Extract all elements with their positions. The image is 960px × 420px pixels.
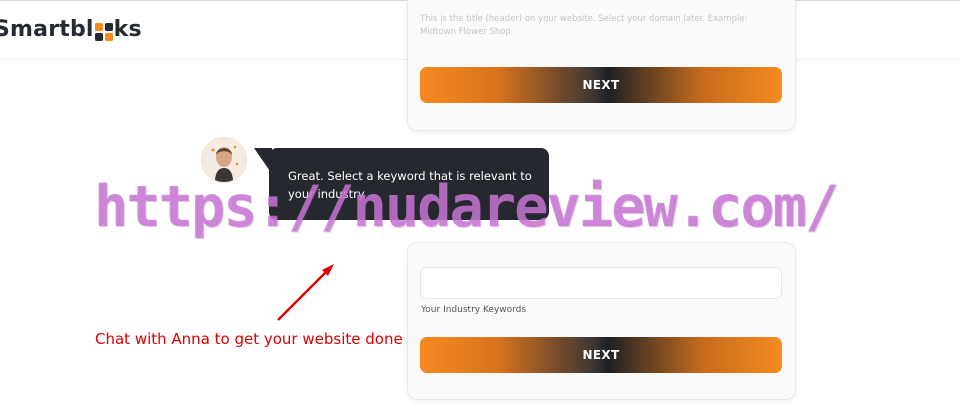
- title-step-card: This is the title (header) on your websi…: [407, 0, 796, 131]
- keywords-step-card: Your Industry Keywords NEXT: [407, 242, 796, 400]
- logo-text-end: ks: [113, 17, 142, 42]
- smartbloks-logo[interactable]: Smartbl ks: [0, 17, 142, 42]
- annotation-arrow-icon: [277, 264, 334, 321]
- next-button-keywords-step[interactable]: NEXT: [420, 337, 782, 373]
- industry-keywords-input[interactable]: [420, 267, 782, 299]
- next-button-title-step[interactable]: NEXT: [420, 67, 782, 103]
- chat-message: Great. Select a keyword that is relevant…: [288, 169, 532, 201]
- logo-o-mark-icon: [94, 22, 113, 41]
- logo-text-start: Smartbl: [0, 17, 94, 42]
- title-hint-text: This is the title (header) on your websi…: [420, 14, 748, 37]
- industry-keywords-label: Your Industry Keywords: [421, 305, 527, 315]
- chat-bubble: Great. Select a keyword that is relevant…: [269, 148, 549, 220]
- annotation-text: Chat with Anna to get your website done: [95, 330, 403, 348]
- anna-avatar: [201, 137, 247, 183]
